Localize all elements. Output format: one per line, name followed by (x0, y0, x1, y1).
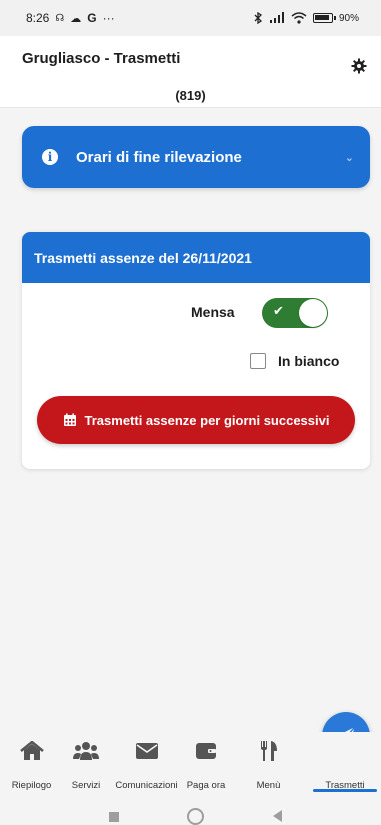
envelope-icon (135, 740, 159, 762)
chevron-down-icon: ⌄ (344, 151, 354, 164)
nav-item-trasmetti[interactable]: Trasmetti (309, 732, 381, 796)
bianco-label: In bianco (278, 353, 340, 369)
mensa-toggle[interactable]: ✔ (262, 298, 328, 328)
back-icon[interactable] (273, 810, 282, 822)
more-icon: ··· (102, 11, 115, 25)
nav-label: Riepilogo (11, 780, 52, 791)
absence-card: Trasmetti assenze del 26/11/2021 Mensa ✔… (22, 232, 370, 469)
app-header: Grugliasco - Trasmetti (819) (0, 36, 381, 108)
status-time: 8:26 (26, 11, 50, 25)
system-nav-bar (0, 796, 381, 825)
check-icon: ✔ (273, 303, 284, 318)
home-icon (19, 740, 44, 762)
status-left: 8:26 ☊ ☁ G ··· (26, 11, 115, 25)
transmit-future-button[interactable]: Trasmetti assenze per giorni successivi (37, 396, 355, 444)
nav-item-servizi[interactable]: Servizi (63, 732, 109, 796)
info-accordion-label: Orari di fine rilevazione (76, 148, 242, 166)
nav-label: Menù (256, 780, 281, 791)
nav-item-menu[interactable]: Menù (228, 732, 309, 796)
nav-label: Paga ora (186, 780, 226, 791)
nav-label: Servizi (71, 780, 101, 791)
transmit-future-label: Trasmetti assenze per giorni successivi (84, 412, 330, 428)
active-tab-indicator (313, 789, 377, 792)
bianco-row: In bianco (22, 351, 370, 371)
nav-label: Comunicazioni (115, 780, 178, 791)
gear-icon[interactable] (351, 58, 367, 74)
google-icon: G (87, 11, 97, 25)
info-icon: i (42, 149, 58, 165)
users-icon (73, 740, 99, 762)
calendar-icon (63, 413, 76, 426)
wallet-icon (195, 740, 217, 762)
page-subtitle: (819) (175, 88, 206, 103)
cloud-icon: ☁ (70, 12, 82, 25)
notification-icon: ☊ (55, 12, 65, 24)
nav-item-riepilogo[interactable]: Riepilogo (0, 732, 63, 796)
bottom-nav: Riepilogo Servizi Comunicazioni Paga ora… (0, 732, 381, 796)
utensils-icon (259, 740, 279, 762)
page-title: Grugliasco - Trasmetti (22, 50, 181, 67)
status-bar: 8:26 ☊ ☁ G ··· 90% (0, 0, 381, 36)
home-button-icon[interactable] (187, 808, 204, 825)
battery-level: 90% (338, 12, 359, 24)
signal-icon (269, 12, 284, 23)
card-title: Trasmetti assenze del 26/11/2021 (22, 232, 370, 283)
recent-apps-icon[interactable] (109, 812, 119, 822)
bianco-checkbox[interactable] (250, 353, 266, 369)
wifi-icon (291, 12, 307, 24)
mensa-row: Mensa ✔ (22, 298, 370, 328)
toggle-knob (299, 299, 327, 327)
mensa-label: Mensa (191, 304, 235, 320)
nav-item-comunicazioni[interactable]: Comunicazioni (109, 732, 184, 796)
bluetooth-icon (254, 12, 263, 24)
battery-icon (312, 13, 336, 23)
info-accordion[interactable]: i Orari di fine rilevazione ⌄ (22, 126, 370, 188)
status-right: 90% (253, 12, 359, 24)
nav-item-paga-ora[interactable]: Paga ora (184, 732, 228, 796)
